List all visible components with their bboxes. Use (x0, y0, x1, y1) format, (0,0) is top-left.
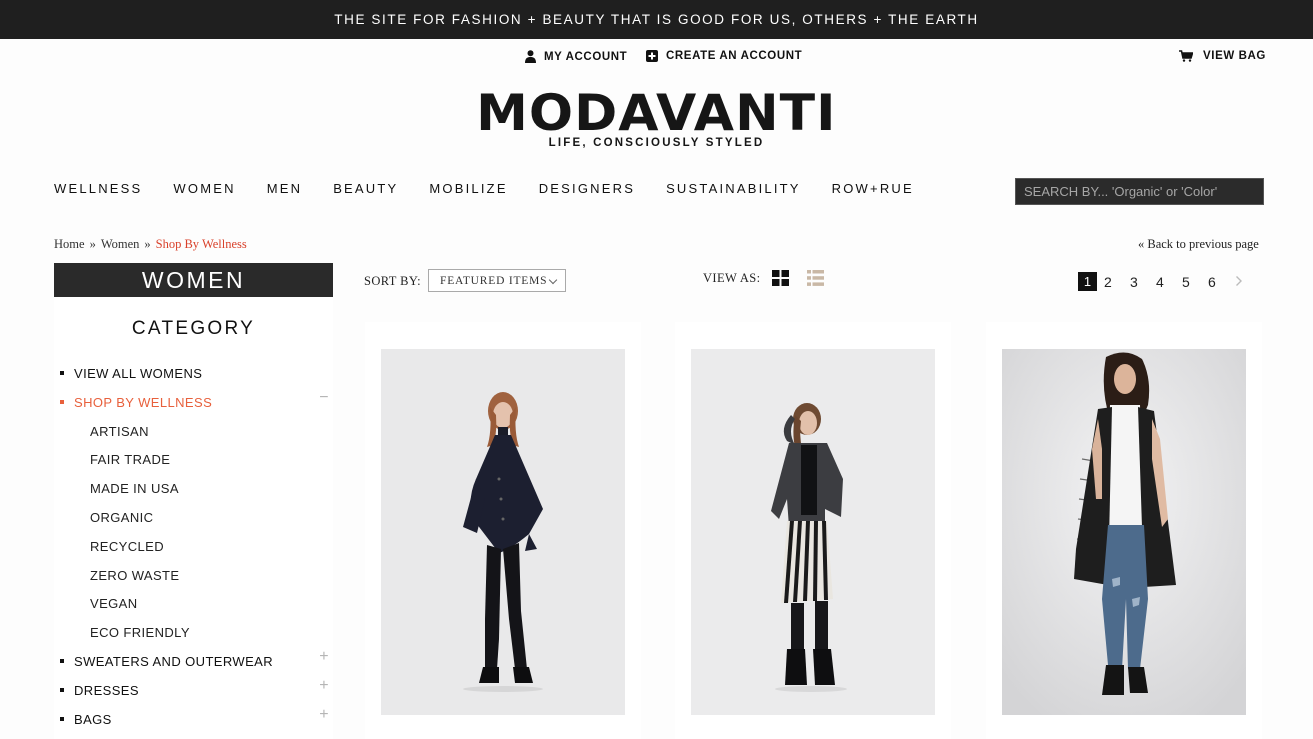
page-link-5[interactable]: 5 (1182, 274, 1208, 290)
page-link-2[interactable]: 2 (1104, 274, 1130, 290)
category-item-view-all[interactable]: VIEW ALL WOMENS (54, 364, 333, 393)
chevron-down-icon (548, 275, 558, 285)
list-view-icon[interactable] (807, 270, 824, 291)
announcement-bar: THE SITE FOR FASHION + BEAUTY THAT IS GO… (0, 0, 1313, 39)
expand-icon[interactable]: + (319, 648, 329, 666)
announcement-text: THE SITE FOR FASHION + BEAUTY THAT IS GO… (334, 12, 979, 27)
subcategory-label: ECO FRIENDLY (90, 625, 190, 641)
nav-item-designers[interactable]: DESIGNERS (539, 181, 635, 196)
bullet-icon (60, 399, 64, 404)
breadcrumb-separator: » (144, 237, 151, 251)
plus-square-icon (646, 50, 658, 62)
my-account-link[interactable]: MY ACCOUNT (525, 50, 627, 63)
view-bag-label: VIEW BAG (1203, 50, 1266, 62)
category-label: VIEW ALL WOMENS (74, 366, 203, 381)
page-link-4[interactable]: 4 (1156, 274, 1182, 290)
category-list: VIEW ALL WOMENS SHOP BY WELLNESS − ARTIS… (54, 364, 333, 738)
nav-item-women[interactable]: WOMEN (173, 181, 235, 196)
expand-icon[interactable]: + (319, 677, 329, 695)
logo-wordmark: MODAVANTI (476, 84, 837, 142)
subcategory-item-made-in-usa[interactable]: MADE IN USA (54, 479, 333, 508)
sort-by-label: SORT BY: (364, 274, 421, 288)
subcategory-label: VEGAN (90, 596, 138, 612)
subcategory-item-recycled[interactable]: RECYCLED (54, 537, 333, 566)
sort-by-value: FEATURED ITEMS (440, 274, 548, 287)
bullet-icon (60, 716, 64, 721)
subcategory-label: ZERO WASTE (90, 567, 180, 583)
subcategory-item-fair-trade[interactable]: FAIR TRADE (54, 450, 333, 479)
page-link-6[interactable]: 6 (1208, 274, 1234, 290)
site-logo[interactable]: MODAVANTI LIFE, CONSCIOUSLY STYLED (0, 88, 1313, 149)
category-heading: CATEGORY (131, 318, 256, 339)
category-item-bags[interactable]: BAGS + (54, 706, 333, 739)
user-icon (525, 50, 536, 63)
view-as-label: VIEW AS: (703, 271, 761, 285)
my-account-label: MY ACCOUNT (544, 50, 628, 63)
category-label: BAGS (74, 711, 112, 727)
product-card[interactable] (365, 322, 641, 739)
product-image-poncho[interactable] (381, 349, 625, 715)
nav-item-men[interactable]: MEN (267, 181, 303, 196)
category-sidebar: CATEGORY VIEW ALL WOMENS SHOP BY WELLNES… (54, 297, 333, 739)
bullet-icon (60, 371, 64, 375)
nav-item-beauty[interactable]: BEAUTY (333, 181, 398, 196)
subcategory-item-zero-waste[interactable]: ZERO WASTE (54, 566, 333, 595)
breadcrumb-separator: » (89, 237, 96, 251)
subcategory-label: ARTISAN (90, 423, 149, 439)
category-item-dresses[interactable]: DRESSES + (54, 677, 333, 710)
back-to-previous-link[interactable]: « Back to previous page (1138, 237, 1259, 252)
breadcrumb-home[interactable]: Home (54, 237, 85, 251)
subcategory-item-eco-friendly[interactable]: ECO FRIENDLY (54, 623, 333, 652)
expand-icon[interactable]: + (319, 706, 329, 724)
product-image-long-vest[interactable] (1002, 349, 1246, 715)
category-label: SWEATERS AND OUTERWEAR (74, 653, 274, 669)
nav-item-sustainability[interactable]: SUSTAINABILITY (666, 181, 801, 196)
breadcrumb-women[interactable]: Women (101, 237, 140, 251)
product-card[interactable] (675, 322, 951, 739)
pagination: 1 2 3 4 5 6 (1078, 272, 1243, 291)
category-label: SHOP BY WELLNESS (74, 394, 213, 410)
nav-item-mobilize[interactable]: MOBILIZE (429, 181, 507, 196)
account-row: MY ACCOUNT CREATE AN ACCOUNT VIEW BAG (0, 50, 1313, 68)
subcategory-item-organic[interactable]: ORGANIC (54, 508, 333, 537)
sidebar-title: WOMEN (54, 263, 333, 297)
product-card[interactable] (986, 322, 1262, 739)
sidebar-title-text: WOMEN (141, 266, 246, 293)
grid-view-icon[interactable] (772, 270, 789, 291)
chevron-right-icon[interactable] (1235, 274, 1243, 290)
subcategory-label: FAIR TRADE (90, 452, 171, 468)
create-account-label: CREATE AN ACCOUNT (666, 50, 803, 62)
cart-icon (1179, 50, 1193, 62)
subcategory-label: RECYCLED (90, 538, 164, 554)
main-nav: WELLNESS WOMEN MEN BEAUTY MOBILIZE DESIG… (54, 181, 945, 196)
search-input[interactable] (1015, 178, 1264, 205)
category-item-shop-by-wellness[interactable]: SHOP BY WELLNESS − (54, 389, 333, 422)
collapse-icon[interactable]: − (319, 389, 329, 407)
breadcrumb-current: Shop By Wellness (155, 237, 247, 251)
view-bag-link[interactable]: VIEW BAG (1179, 50, 1266, 62)
subcategory-item-vegan[interactable]: VEGAN (54, 594, 333, 623)
breadcrumb: Home » Women » Shop By Wellness (54, 237, 247, 252)
bullet-icon (60, 687, 64, 692)
product-image-striped-skirt[interactable] (691, 349, 935, 715)
subcategory-label: ORGANIC (90, 509, 154, 525)
category-label: DRESSES (74, 682, 139, 698)
nav-item-row-rue[interactable]: ROW+RUE (832, 181, 914, 196)
bullet-icon (60, 658, 64, 663)
nav-item-wellness[interactable]: WELLNESS (54, 181, 142, 196)
subcategory-item-artisan[interactable]: ARTISAN (54, 422, 333, 451)
page-link-3[interactable]: 3 (1130, 274, 1156, 290)
category-item-sweaters-outerwear[interactable]: SWEATERS AND OUTERWEAR + (54, 648, 333, 681)
create-account-link[interactable]: CREATE AN ACCOUNT (646, 50, 802, 62)
sort-by-select[interactable]: FEATURED ITEMS (428, 269, 566, 292)
page-current: 1 (1078, 272, 1097, 291)
subcategory-label: MADE IN USA (90, 481, 179, 497)
